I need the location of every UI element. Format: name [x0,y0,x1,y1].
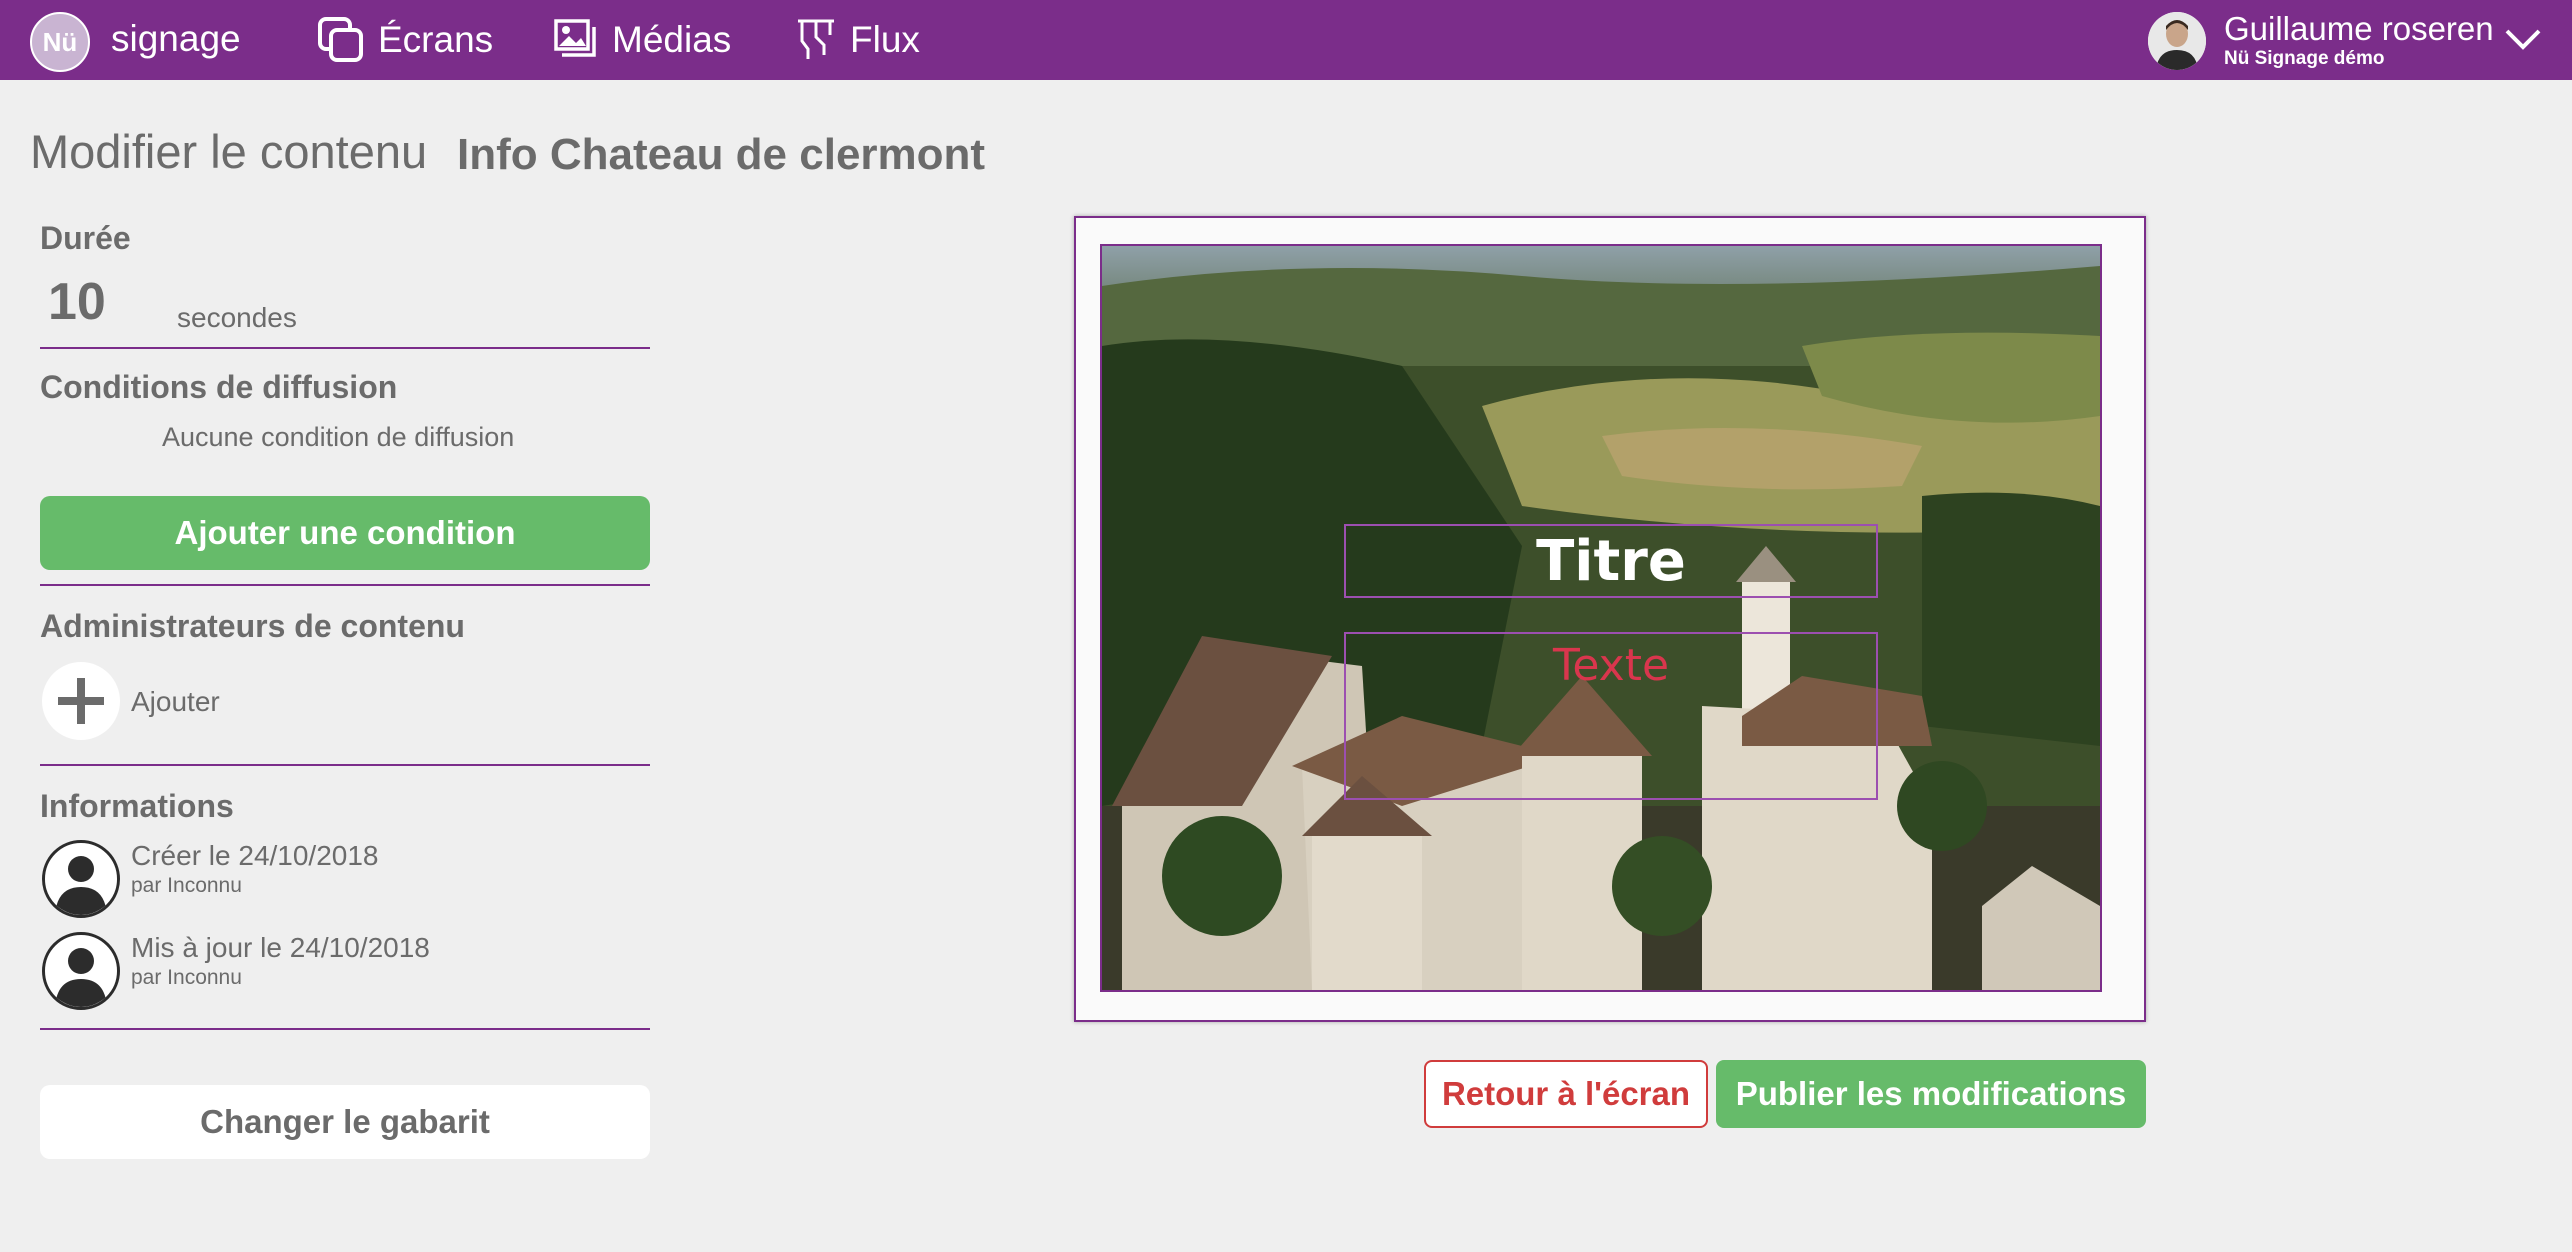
duration-unit: secondes [177,302,297,333]
nu-logo[interactable]: Nü [30,12,90,72]
title-zone-text: Titre [1536,528,1686,594]
divider [40,584,650,586]
nav-media-label: Médias [612,19,732,60]
admins-label: Administrateurs de contenu [40,608,465,644]
informations-label: Informations [40,788,234,824]
divider [40,347,650,349]
created-date: Créer le 24/10/2018 [131,840,379,871]
title-zone[interactable]: Titre [1344,524,1878,598]
nav-screens[interactable]: Écrans [316,14,493,66]
brand-name[interactable]: signage [111,18,241,60]
back-to-screen-button[interactable]: Retour à l'écran [1424,1060,1708,1128]
updater-avatar [42,932,120,1010]
nav-flux[interactable]: Flux [794,14,920,66]
publish-button[interactable]: Publier les modifications [1716,1060,2146,1128]
chevron-down-icon[interactable] [2503,26,2543,52]
add-admin-button[interactable] [42,662,120,740]
updated-by: par Inconnu [131,966,242,989]
top-bar: Nü signage Écrans Médias Flux Guillaume … [0,0,2572,80]
conditions-label: Conditions de diffusion [40,369,398,405]
flux-icon [798,19,834,59]
person-icon [55,948,107,1007]
no-condition-text: Aucune condition de diffusion [162,422,515,452]
text-zone-text: Texte [1552,640,1670,691]
background-image[interactable] [1100,244,2102,992]
divider [40,764,650,766]
user-organization: Nü Signage démo [2224,48,2385,69]
text-zone[interactable]: Texte [1344,632,1878,800]
person-icon [55,856,107,915]
user-name: Guillaume roseren [2224,10,2494,47]
media-icon [554,19,596,57]
created-by: par Inconnu [131,874,242,897]
add-admin-label[interactable]: Ajouter [131,686,220,718]
divider [40,1028,650,1030]
add-condition-button[interactable]: Ajouter une condition [40,496,650,570]
nav-screens-label: Écrans [378,19,494,60]
content-name: Info Chateau de clermont [457,130,986,179]
duration-input[interactable]: 10 [48,272,106,332]
plus-icon [58,678,104,724]
user-avatar [2148,12,2206,70]
change-template-button[interactable]: Changer le gabarit [40,1085,650,1159]
duration-label: Durée [40,220,131,256]
page-title: Modifier le contenu [30,125,428,178]
nav-media[interactable]: Médias [550,14,731,66]
updated-date: Mis à jour le 24/10/2018 [131,932,430,963]
screens-icon [318,17,363,62]
nav-flux-label: Flux [850,19,920,60]
creator-avatar [42,840,120,918]
logo-text: Nü [42,26,78,57]
